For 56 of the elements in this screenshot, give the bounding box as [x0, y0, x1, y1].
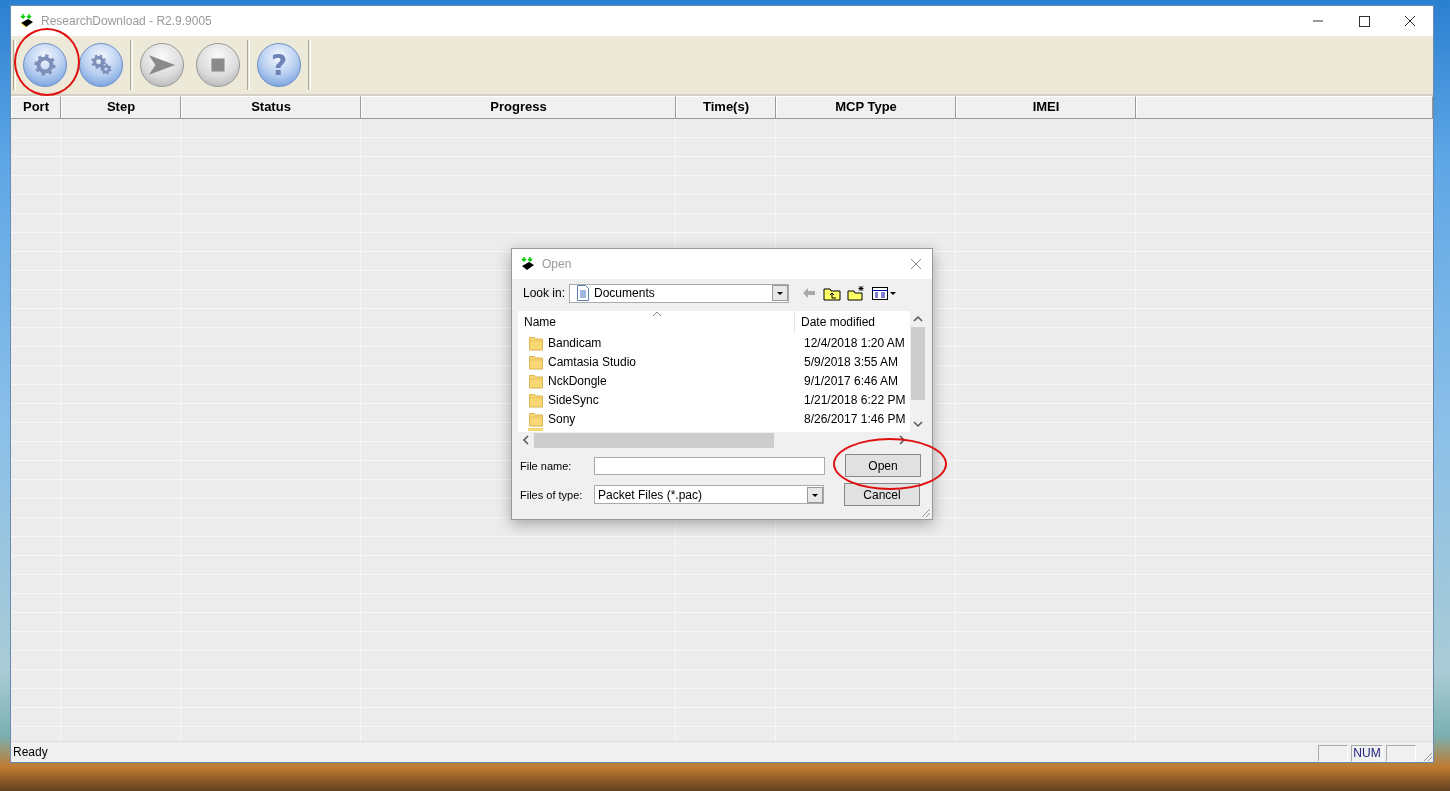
date-modified: 8/26/2017 1:46 PM	[803, 411, 906, 426]
folder-icon	[528, 353, 544, 370]
file-name-label: File name:	[520, 459, 573, 472]
scroll-right-icon[interactable]	[898, 435, 906, 445]
column-header[interactable]: Progress	[361, 96, 676, 118]
date-modified: 12/4/2018 1:20 AM	[803, 335, 905, 350]
gears-button[interactable]	[79, 43, 123, 87]
dialog-title: Open	[542, 257, 572, 271]
date-modified: 1/21/2018 6:22 PM	[803, 392, 906, 407]
scroll-up-icon[interactable]	[913, 315, 923, 323]
cancel-button[interactable]: Cancel	[844, 483, 920, 506]
look-in-label: Look in:	[523, 286, 566, 300]
folder-name[interactable]: Sony	[548, 411, 798, 426]
settings-button[interactable]	[23, 43, 67, 87]
scroll-left-icon[interactable]	[522, 435, 530, 445]
folder-icon	[528, 372, 544, 389]
folder-name[interactable]: NckDongle	[548, 373, 798, 388]
column-header[interactable]: Name	[518, 311, 795, 333]
scrollbar-thumb[interactable]	[911, 327, 925, 400]
up-folder-icon[interactable]	[823, 285, 842, 301]
date-modified: 9/1/2017 6:46 AM	[803, 373, 899, 388]
folder-name[interactable]: SideSync	[548, 392, 798, 407]
scrollbar-thumb[interactable]	[534, 432, 774, 448]
column-header[interactable]: Time(s)	[676, 96, 776, 118]
look-in-dropdown[interactable]: Documents	[569, 283, 790, 303]
view-menu-icon[interactable]	[871, 285, 898, 301]
close-icon[interactable]	[910, 258, 922, 270]
file-type-label: Files of type:	[520, 488, 584, 501]
folder-icon	[528, 334, 544, 351]
folder-name[interactable]: Bandicam	[548, 335, 798, 350]
new-folder-icon[interactable]	[847, 285, 866, 301]
sort-caret-icon	[652, 311, 662, 317]
column-header[interactable]: Status	[181, 96, 361, 118]
open-button[interactable]: Open	[845, 454, 921, 477]
scroll-down-icon[interactable]	[913, 420, 923, 428]
status-pane	[1386, 745, 1416, 762]
folder-icon	[528, 391, 544, 408]
file-name-field[interactable]	[594, 456, 825, 475]
file-type-dropdown[interactable]: Packet Files (*.pac)	[594, 485, 824, 504]
highlight-circle	[14, 28, 80, 96]
document-icon	[576, 285, 591, 301]
resize-grip-icon[interactable]	[919, 506, 931, 518]
resize-grip-icon[interactable]	[1421, 750, 1433, 762]
status-text: Ready	[12, 745, 48, 759]
window-title: ResearchDownload - R2.9.9005	[41, 14, 212, 28]
folder-name[interactable]: Camtasia Studio	[548, 354, 798, 369]
column-header[interactable]: Date modified	[795, 315, 876, 329]
status-pane	[1318, 745, 1348, 762]
column-header[interactable]: MCP Type	[776, 96, 956, 118]
column-header[interactable]: Port	[11, 96, 61, 118]
column-header[interactable]: Step	[61, 96, 181, 118]
app-icon	[19, 13, 35, 29]
column-header[interactable]: IMEI	[956, 96, 1136, 118]
date-modified: 5/9/2018 3:55 AM	[803, 354, 899, 369]
app-icon	[520, 256, 536, 272]
num-lock-indicator: NUM	[1351, 745, 1383, 762]
